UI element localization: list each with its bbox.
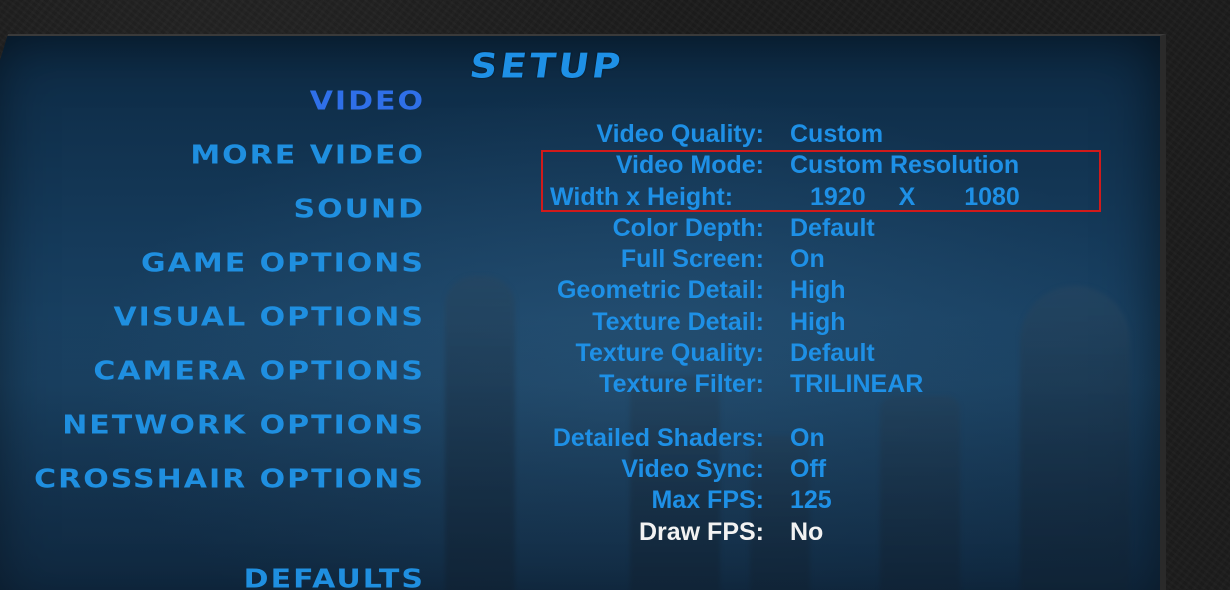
setting-label: Texture Detail: (592, 307, 764, 336)
setting-video-mode[interactable]: Video Mode: Custom Resolution (530, 150, 1020, 181)
setting-value: On (790, 245, 825, 274)
setting-texture-detail[interactable]: Texture Detail: High (530, 307, 1020, 338)
resolution-separator: X (898, 182, 916, 211)
menu-item-visual-options[interactable]: VISUAL OPTIONS (34, 300, 425, 346)
setting-label: Width x Height: (550, 182, 734, 211)
menu-item-crosshair-options[interactable]: CROSSHAIR OPTIONS (34, 462, 425, 508)
resolution-width[interactable]: 1920 (810, 182, 866, 213)
setting-value: No (790, 517, 824, 546)
setting-color-depth[interactable]: Color Depth: Default (530, 213, 1020, 244)
setting-value: Custom (790, 120, 884, 148)
setting-texture-quality[interactable]: Texture Quality: Default (530, 338, 1020, 369)
menu-item-more-video[interactable]: MORE VIDEO (34, 138, 425, 184)
setting-label: Video Mode: (615, 151, 764, 180)
setting-label: Max FPS: (651, 486, 764, 515)
setting-label: Texture Filter: (599, 370, 764, 399)
resolution-height[interactable]: 1080 (964, 182, 1020, 213)
setup-menu: VIDEO MORE VIDEO SOUND GAME OPTIONS VISU… (34, 80, 425, 590)
setting-value: Default (790, 339, 875, 368)
setting-label: Draw FPS: (638, 517, 764, 546)
menu-item-game-options[interactable]: GAME OPTIONS (34, 246, 425, 292)
setting-label: Texture Quality: (575, 339, 764, 368)
setting-resolution[interactable]: Width x Height: 1920 X 1080 (530, 182, 1020, 213)
setting-label: Full Screen: (620, 245, 764, 274)
setting-geometric-detail[interactable]: Geometric Detail: High (530, 275, 1020, 306)
setting-label: Video Sync: (621, 454, 764, 483)
setting-value: 1920 X 1080 (790, 182, 1020, 213)
setting-label: Detailed Shaders: (552, 423, 764, 452)
menu-item-sound[interactable]: SOUND (34, 192, 425, 238)
setting-detailed-shaders[interactable]: Detailed Shaders: On (530, 423, 1020, 454)
setting-value: Off (790, 454, 827, 483)
menu-item-video[interactable]: VIDEO (34, 84, 425, 130)
setting-value: High (790, 276, 846, 305)
setting-value: On (790, 423, 825, 452)
setting-value: High (790, 307, 846, 336)
setting-full-screen[interactable]: Full Screen: On (530, 244, 1020, 275)
setting-value: Default (790, 213, 875, 242)
setting-label: Video Quality: (596, 120, 764, 148)
menu-item-camera-options[interactable]: CAMERA OPTIONS (34, 354, 425, 400)
page-title: SETUP (467, 46, 626, 86)
setting-value: Custom Resolution (790, 151, 1020, 180)
setting-draw-fps[interactable]: Draw FPS: No (530, 517, 1020, 548)
setting-texture-filter[interactable]: Texture Filter: TRILINEAR (530, 369, 1020, 400)
setting-label: Color Depth: (612, 213, 764, 242)
menu-item-defaults[interactable]: DEFAULTS (34, 562, 425, 590)
setting-value: 125 (790, 486, 832, 515)
setting-video-sync[interactable]: Video Sync: Off (530, 454, 1020, 485)
setting-video-quality[interactable]: Video Quality: Custom (530, 119, 1020, 150)
menu-item-network-options[interactable]: NETWORK OPTIONS (34, 408, 425, 454)
video-settings-list: Video Quality: Custom Video Mode: Custom… (530, 119, 1020, 548)
setting-label: Geometric Detail: (556, 276, 764, 305)
setting-value: TRILINEAR (790, 370, 924, 399)
setting-max-fps[interactable]: Max FPS: 125 (530, 485, 1020, 516)
